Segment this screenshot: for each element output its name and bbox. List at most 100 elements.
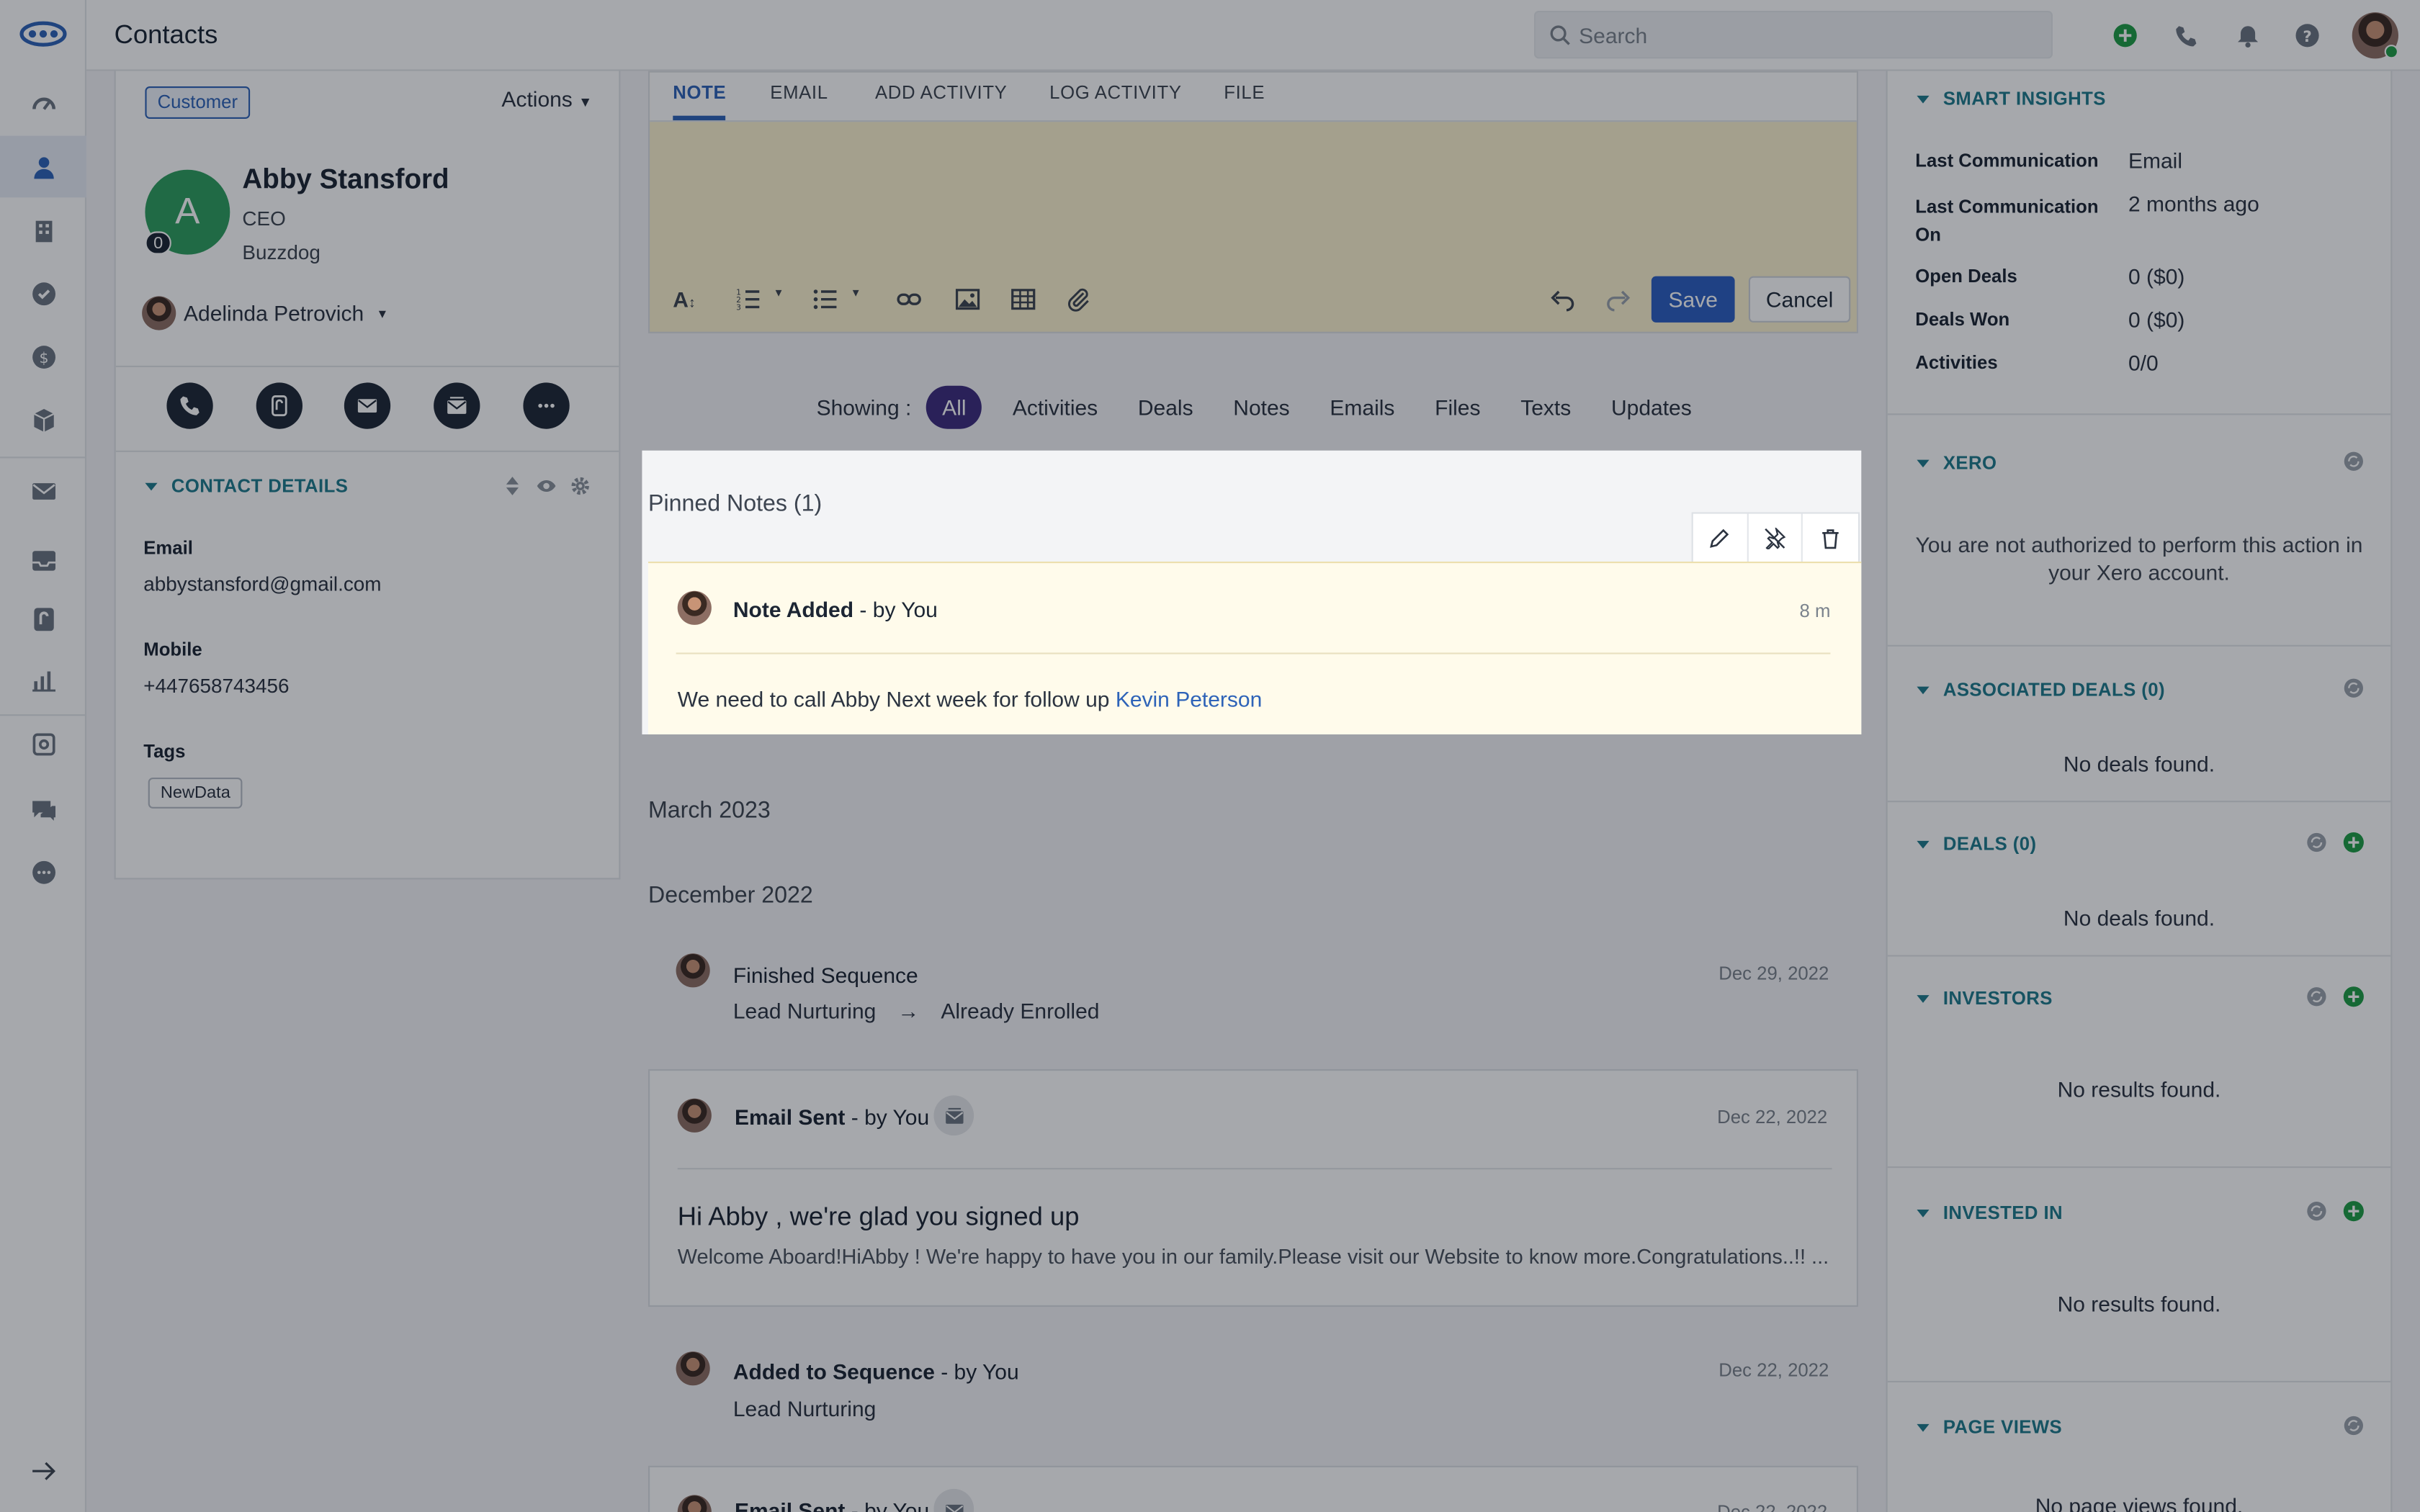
text-size-button[interactable]: A↕ <box>673 285 695 313</box>
edit-note-button[interactable] <box>1693 513 1749 562</box>
timeline-item-date: Dec 22, 2022 <box>1717 1106 1828 1128</box>
sidebar-item-inbox[interactable] <box>0 529 86 591</box>
filter-deals[interactable]: Deals <box>1138 395 1193 420</box>
timeline-item: Added to Sequence - by You Dec 22, 2022 … <box>648 1339 1858 1432</box>
cancel-button[interactable]: Cancel <box>1748 276 1851 323</box>
undo-button[interactable] <box>1549 285 1574 313</box>
insert-image-button[interactable] <box>955 285 980 313</box>
refresh-icon[interactable] <box>2305 1200 2327 1222</box>
contact-details-header[interactable]: CONTACT DETAILS <box>145 475 348 497</box>
divider <box>1887 1380 2391 1382</box>
help-button[interactable]: ? <box>2292 20 2323 51</box>
sidebar-item-integrations[interactable] <box>0 713 86 775</box>
search-box[interactable] <box>1534 11 2053 59</box>
deals-header[interactable]: DEALS (0) <box>1917 833 2036 855</box>
app-logo-icon[interactable] <box>19 17 68 51</box>
timeline-email-card[interactable]: Email Sent - by You Dec 22, 2022 <box>648 1465 1858 1512</box>
delete-note-button[interactable] <box>1803 514 1858 562</box>
sort-icon[interactable] <box>505 475 520 497</box>
tab-email[interactable]: EMAIL <box>770 82 828 104</box>
attach-file-button[interactable] <box>1067 285 1091 313</box>
call-button[interactable] <box>166 382 213 429</box>
sidebar-item-products[interactable] <box>0 389 86 451</box>
sidebar-item-tasks[interactable] <box>0 262 86 324</box>
contact-details-title: CONTACT DETAILS <box>171 475 349 497</box>
sidebar-item-companies[interactable] <box>0 199 86 261</box>
unpin-note-button[interactable] <box>1748 513 1803 562</box>
quick-add-button[interactable] <box>2110 20 2141 51</box>
sidebar-item-dashboard[interactable] <box>0 73 86 135</box>
refresh-icon[interactable] <box>2343 678 2365 699</box>
sidebar-item-reports[interactable] <box>0 648 86 710</box>
sidebar-collapse-button[interactable] <box>0 1439 86 1501</box>
bar-chart-icon <box>32 670 55 691</box>
filter-texts[interactable]: Texts <box>1520 395 1571 420</box>
save-button[interactable]: Save <box>1651 276 1735 323</box>
sidebar-item-more[interactable] <box>0 841 86 903</box>
tab-add-activity[interactable]: ADD ACTIVITY <box>875 82 1007 104</box>
email-button[interactable] <box>344 382 391 429</box>
redo-button[interactable] <box>1607 285 1631 313</box>
page-views-header[interactable]: PAGE VIEWS <box>1917 1416 2062 1438</box>
filter-emails[interactable]: Emails <box>1330 395 1394 420</box>
trash-icon <box>1822 528 1839 549</box>
tag-chip[interactable]: NewData <box>148 778 243 809</box>
insert-link-button[interactable] <box>897 285 921 313</box>
associated-deals-header[interactable]: ASSOCIATED DEALS (0) <box>1917 679 2165 701</box>
mention-link[interactable]: Kevin Peterson <box>1116 687 1262 711</box>
owner-selector[interactable]: Adelinda Petrovich ▼ <box>142 296 388 330</box>
divider <box>1887 413 2391 415</box>
smart-insights-title: SMART INSIGHTS <box>1942 88 2106 110</box>
caret-down-icon: ▼ <box>773 287 784 299</box>
note-editor[interactable] <box>650 122 1857 254</box>
sidebar-item-chat[interactable] <box>0 778 86 840</box>
smart-insights-header[interactable]: SMART INSIGHTS <box>1917 88 2105 109</box>
actions-dropdown[interactable]: Actions ▼ <box>501 86 592 111</box>
filters-label: Showing : <box>816 395 912 420</box>
associated-deals-title: ASSOCIATED DEALS (0) <box>1942 678 2165 701</box>
tab-file[interactable]: FILE <box>1224 82 1265 104</box>
filter-activities[interactable]: Activities <box>1013 395 1098 420</box>
eye-icon[interactable] <box>536 478 557 493</box>
pinned-notes-title: Pinned Notes (1) <box>648 490 823 517</box>
tab-note[interactable]: NOTE <box>673 82 726 104</box>
refresh-icon[interactable] <box>2305 986 2327 1007</box>
investors-header[interactable]: INVESTORS <box>1917 987 2052 1009</box>
mobile-value[interactable]: +447658743456 <box>143 674 289 697</box>
divider <box>677 1168 1832 1170</box>
bulk-email-button[interactable] <box>434 382 480 429</box>
sidebar-item-deals[interactable]: $ <box>0 325 86 387</box>
contact-company[interactable]: Buzzdog <box>242 240 320 264</box>
search-input[interactable] <box>1579 12 2042 58</box>
sidebar-item-mail[interactable] <box>0 460 86 522</box>
notifications-button[interactable] <box>2232 20 2263 51</box>
tab-log-activity[interactable]: LOG ACTIVITY <box>1049 82 1181 104</box>
gear-icon[interactable] <box>570 475 591 497</box>
filter-updates[interactable]: Updates <box>1611 395 1692 420</box>
plus-circle-icon[interactable] <box>2343 1200 2365 1222</box>
sidebar-item-sequences[interactable] <box>0 588 86 649</box>
insert-table-button[interactable] <box>1011 285 1036 313</box>
plus-circle-icon[interactable] <box>2343 832 2365 853</box>
refresh-icon[interactable] <box>2305 832 2327 853</box>
ordered-list-button[interactable]: 1 2 3 ▼ <box>736 285 784 313</box>
divider <box>115 365 619 367</box>
caret-down-icon: ▼ <box>578 94 593 110</box>
more-actions-button[interactable] <box>523 382 570 429</box>
xero-header[interactable]: XERO <box>1917 452 1996 474</box>
caret-down-icon <box>1917 994 1930 1002</box>
filter-files[interactable]: Files <box>1435 395 1480 420</box>
refresh-icon[interactable] <box>2343 451 2365 472</box>
filter-all[interactable]: All <box>926 385 982 429</box>
sequence-button[interactable] <box>256 382 302 429</box>
divider <box>676 652 1831 654</box>
sidebar-item-contacts[interactable] <box>0 135 86 198</box>
refresh-icon[interactable] <box>2343 1415 2365 1436</box>
timeline-email-card[interactable]: Email Sent - by You Dec 22, 2022 Hi Abby… <box>648 1069 1858 1307</box>
phone-button[interactable] <box>2170 20 2201 51</box>
email-value[interactable]: abbystansford@gmail.com <box>143 572 381 595</box>
plus-circle-icon[interactable] <box>2343 986 2365 1007</box>
bullet-list-button[interactable]: ▼ <box>813 285 861 313</box>
filter-notes[interactable]: Notes <box>1233 395 1289 420</box>
invested-in-header[interactable]: INVESTED IN <box>1917 1202 2063 1223</box>
